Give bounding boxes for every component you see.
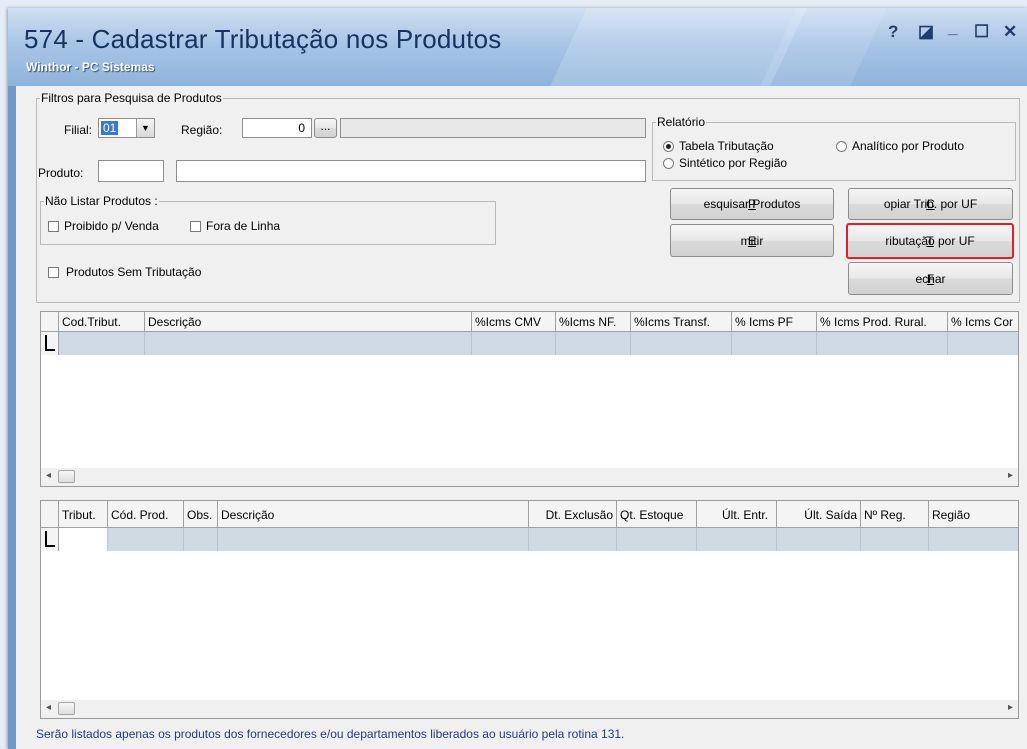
close-icon[interactable]: ✕	[1003, 22, 1017, 42]
pesquisar-produtos-button[interactable]: Pesquisar Produtos	[670, 188, 834, 220]
table-cell[interactable]	[145, 332, 472, 355]
regiao-lookup-button[interactable]: ...	[314, 118, 337, 138]
sem-tributacao-label: Produtos Sem Tributação	[66, 265, 202, 279]
regiao-description	[340, 118, 646, 138]
grid2-col-header[interactable]: Últ. Entr.	[697, 501, 777, 528]
lookup-ellipsis-icon: ...	[320, 119, 331, 134]
table-cell[interactable]	[556, 332, 631, 355]
table-cell[interactable]	[697, 528, 777, 551]
table-cell[interactable]	[777, 528, 861, 551]
scroll-left-icon[interactable]: ◂	[46, 470, 51, 481]
grid2-col-header[interactable]: Região	[929, 501, 1018, 528]
tabela-tributacao-radio[interactable]	[663, 141, 674, 152]
proibido-checkbox[interactable]	[48, 221, 59, 232]
status-message: Serão listados apenas os produtos dos fo…	[36, 727, 625, 741]
application-window: 574 - Cadastrar Tributação nos Produtos …	[8, 8, 1027, 749]
table-cell[interactable]	[861, 528, 929, 551]
sintetico-label: Sintético por Região	[679, 156, 788, 170]
table-cell[interactable]	[218, 528, 529, 551]
regiao-input[interactable]: 0	[242, 118, 312, 138]
table-cell[interactable]	[631, 332, 732, 355]
table-cell[interactable]	[59, 332, 145, 355]
emitir-button[interactable]: Emitir	[670, 224, 834, 257]
grid2-col-header[interactable]: Dt. Exclusão	[529, 501, 617, 528]
table-cell[interactable]	[472, 332, 556, 355]
sem-tributacao-checkbox[interactable]	[48, 267, 59, 278]
table-cell[interactable]	[817, 332, 948, 355]
produto-code-input[interactable]	[98, 160, 164, 182]
fechar-button[interactable]: Fechar	[848, 262, 1013, 295]
produto-description-input[interactable]	[176, 160, 646, 182]
scroll-right-icon[interactable]: ▸	[1008, 702, 1013, 713]
title-bar[interactable]: 574 - Cadastrar Tributação nos Produtos …	[8, 8, 1027, 86]
grid1-col-header[interactable]: Cod.Tribut.	[59, 312, 145, 332]
tributacao-por-uf-button[interactable]: Tributação por UF	[846, 223, 1014, 259]
grid2-col-header[interactable]: Qt. Estoque	[617, 501, 697, 528]
window-subtitle: Winthor - PC Sistemas	[26, 60, 155, 74]
help-icon[interactable]: ?	[888, 22, 898, 42]
client-area: Filtros para Pesquisa de Produtos Filial…	[16, 86, 1027, 749]
table-cell[interactable]	[948, 332, 1018, 355]
maximize-icon[interactable]: ☐	[974, 22, 989, 42]
produtos-grid[interactable]: Tribut. Cód. Prod. Obs. Descrição Dt. Ex…	[40, 500, 1019, 719]
sintetico-radio[interactable]	[663, 158, 674, 169]
scroll-thumb[interactable]	[58, 702, 75, 715]
fora-de-linha-label: Fora de Linha	[206, 219, 281, 233]
grid1-horizontal-scrollbar[interactable]: ◂ ▸	[41, 468, 1018, 486]
grid1-col-header[interactable]: %Icms Transf.	[631, 312, 732, 332]
filters-legend: Filtros para Pesquisa de Produtos	[41, 91, 222, 105]
grid1-col-header[interactable]: %Icms NF.	[556, 312, 631, 332]
filial-value: 01	[101, 121, 119, 135]
grid1-col-header[interactable]: %Icms CMV	[472, 312, 556, 332]
table-cell[interactable]	[184, 528, 218, 551]
scroll-left-icon[interactable]: ◂	[46, 702, 51, 713]
grid2-col-header[interactable]: Nº Reg.	[861, 501, 929, 528]
grid1-col-header[interactable]: % Icms Prod. Rural.	[817, 312, 948, 332]
proibido-label: Proibido p/ Venda	[64, 219, 159, 233]
regiao-label: Região:	[181, 123, 223, 137]
restore-icon[interactable]: ◪	[918, 22, 934, 42]
table-cell[interactable]	[929, 528, 1018, 551]
table-cell[interactable]	[529, 528, 617, 551]
window-title: 574 - Cadastrar Tributação nos Produtos	[24, 24, 502, 54]
analitico-radio[interactable]	[836, 141, 847, 152]
filial-select[interactable]: 01 ▼	[98, 118, 155, 138]
grid2-col-header[interactable]: Últ. Saída	[777, 501, 861, 528]
grid-row-indicator-header	[41, 312, 59, 332]
relatorio-legend: Relatório	[657, 115, 706, 129]
table-cell[interactable]	[617, 528, 697, 551]
filial-label: Filial:	[64, 123, 93, 137]
grid1-col-header[interactable]: Descrição	[145, 312, 472, 332]
grid1-col-header[interactable]: % Icms PF	[732, 312, 817, 332]
produto-label: Produto:	[38, 166, 84, 180]
analitico-label: Analítico por Produto	[852, 139, 965, 153]
tabela-tributacao-label: Tabela Tributação	[679, 139, 774, 153]
grid2-col-header[interactable]: Cód. Prod.	[108, 501, 184, 528]
grid2-col-header[interactable]: Tribut.	[59, 501, 108, 528]
table-cell[interactable]	[59, 528, 108, 551]
nao-listar-legend: Não Listar Produtos :	[45, 194, 158, 208]
tributacao-grid[interactable]: Cod.Tribut. Descrição %Icms CMV %Icms NF…	[40, 311, 1019, 487]
table-cell[interactable]	[108, 528, 184, 551]
fora-de-linha-checkbox[interactable]	[190, 221, 201, 232]
grid2-col-header[interactable]: Obs.	[184, 501, 218, 528]
grid2-col-header[interactable]: Descrição	[218, 501, 529, 528]
row-indicator	[41, 528, 59, 551]
table-cell[interactable]	[732, 332, 817, 355]
scroll-thumb[interactable]	[58, 470, 75, 483]
scroll-right-icon[interactable]: ▸	[1008, 470, 1013, 481]
minimize-icon[interactable]: _	[948, 18, 957, 38]
copiar-trib-uf-button[interactable]: Copiar Trib. por UF	[848, 188, 1013, 220]
chevron-down-icon[interactable]: ▼	[136, 119, 154, 137]
grid2-horizontal-scrollbar[interactable]: ◂ ▸	[41, 700, 1018, 718]
grid-row-indicator-header	[41, 501, 59, 528]
row-indicator	[41, 332, 59, 355]
grid1-col-header[interactable]: % Icms Cor	[948, 312, 1018, 332]
